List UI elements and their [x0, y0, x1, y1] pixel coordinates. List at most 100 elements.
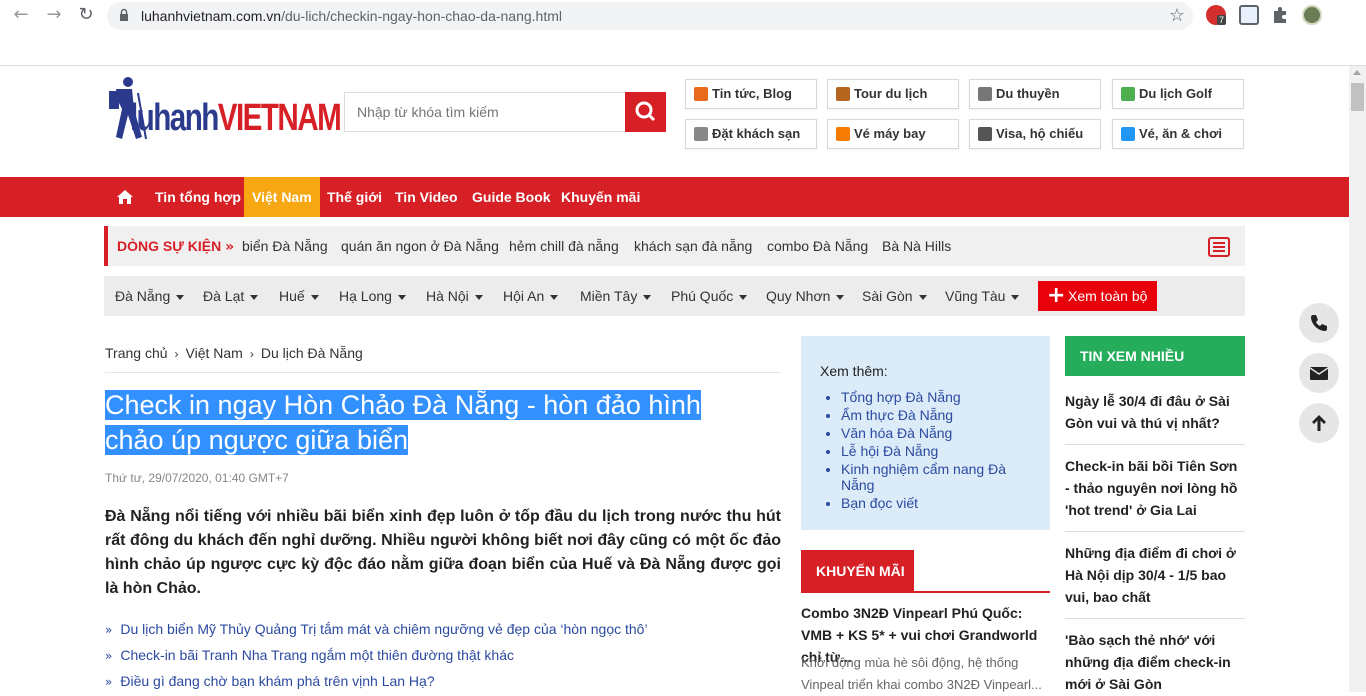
event-link[interactable]: biển Đà Nẵng	[242, 238, 328, 254]
nav-item-the-gioi[interactable]: Thế giới	[319, 177, 390, 217]
article-date: Thứ tư, 29/07/2020, 01:40 GMT+7	[105, 471, 289, 485]
location-dropdown[interactable]: Hạ Long	[339, 288, 406, 304]
scrollbar-thumb[interactable]	[1351, 83, 1364, 111]
location-dropdown[interactable]: Huế	[279, 288, 319, 304]
nav-item-viet-nam[interactable]: Việt Nam	[244, 177, 320, 217]
quick-link-label: Du lịch Golf	[1139, 86, 1212, 101]
email-button[interactable]	[1299, 353, 1339, 393]
location-dropdown[interactable]: Quy Nhơn	[766, 288, 845, 304]
browser-toolbar: ← → ↻ luhanhvietnam.com.vn/du-lich/check…	[0, 0, 1366, 66]
search-box	[344, 92, 666, 132]
plus-icon: +	[1047, 283, 1066, 308]
profile-avatar[interactable]	[1302, 5, 1322, 25]
related-link[interactable]: » Điều gì đang chờ bạn khám phá trên vịnh…	[105, 673, 435, 689]
quick-link-label: Tour du lịch	[854, 86, 928, 101]
phone-button[interactable]	[1299, 303, 1339, 343]
double-chevron-icon: »	[105, 675, 113, 689]
search-button[interactable]	[625, 92, 666, 132]
plane-icon	[836, 127, 850, 141]
see-more-link[interactable]: Văn hóa Đà Nẵng	[841, 425, 1031, 441]
quick-link-hotel[interactable]: Đặt khách sạn	[685, 119, 817, 149]
site-logo[interactable]: luhanhVIETNAM	[106, 75, 342, 145]
url-text: luhanhvietnam.com.vn/du-lich/checkin-nga…	[141, 8, 563, 24]
location-dropdown[interactable]: Đà Nẵng	[115, 288, 185, 304]
breadcrumb: Trang chủ › Việt Nam › Du lịch Đà Nẵng	[105, 345, 363, 361]
chevron-right-icon: ›	[249, 347, 254, 361]
lock-icon	[120, 8, 128, 21]
back-to-top-button[interactable]	[1299, 403, 1339, 443]
breadcrumb-link[interactable]: Du lịch Đà Nẵng	[261, 345, 363, 361]
bookmark-star-icon[interactable]: ☆	[1169, 5, 1185, 26]
quick-link-visa[interactable]: Visa, hộ chiếu	[969, 119, 1101, 149]
quick-link-plane[interactable]: Vé máy bay	[827, 119, 959, 149]
quick-link-bus[interactable]: Vé, ăn & chơi	[1112, 119, 1244, 149]
quick-link-cruise[interactable]: Du thuyền	[969, 79, 1101, 109]
page-scrollbar[interactable]	[1349, 66, 1366, 692]
breadcrumb-link[interactable]: Trang chủ	[105, 345, 168, 361]
bus-icon	[1121, 127, 1135, 141]
event-link[interactable]: khách sạn đà nẵng	[634, 238, 752, 254]
home-icon[interactable]	[116, 189, 134, 205]
quick-link-news[interactable]: Tin tức, Blog	[685, 79, 817, 109]
location-dropdown[interactable]: Phú Quốc	[671, 288, 748, 304]
quick-link-golf[interactable]: Du lịch Golf	[1112, 79, 1244, 109]
see-more-link[interactable]: Tổng hợp Đà Nẵng	[841, 389, 1031, 405]
scroll-up-arrow-icon[interactable]	[1353, 70, 1361, 75]
adblock-extension-icon[interactable]: 7	[1206, 5, 1227, 25]
event-link[interactable]: hẻm chill đà nẵng	[509, 238, 619, 254]
quick-link-label: Vé máy bay	[854, 126, 926, 141]
most-read-item[interactable]: Những địa điểm đi chơi ở Hà Nội dịp 30/4…	[1065, 542, 1245, 608]
events-label: DÒNG SỰ KIỆN »	[117, 238, 235, 255]
logo-wordmark: luhanhVIETNAM	[130, 97, 342, 139]
quick-link-label: Vé, ăn & chơi	[1139, 126, 1222, 141]
see-more-link[interactable]: Kinh nghiệm cẩm nang Đà Nẵng	[841, 461, 1031, 493]
locations-bar: Đà Nẵng Đà Lạt Huế Hạ Long Hà Nội Hội An…	[104, 276, 1245, 316]
nav-item-tin-video[interactable]: Tin Video	[387, 177, 466, 217]
location-dropdown[interactable]: Sài Gòn	[862, 288, 927, 304]
chevron-right-icon: ›	[174, 347, 179, 361]
related-link[interactable]: » Check-in bãi Tranh Nha Trang ngắm một t…	[105, 647, 514, 663]
divider	[1065, 618, 1245, 619]
event-link[interactable]: Bà Nà Hills	[882, 238, 951, 254]
hotel-icon	[694, 127, 708, 141]
breadcrumb-link[interactable]: Việt Nam	[186, 345, 243, 361]
back-icon[interactable]: ←	[9, 3, 33, 27]
location-dropdown[interactable]: Vũng Tàu	[945, 288, 1020, 304]
promo-description: Khởi động mùa hè sôi động, hệ thống Vinp…	[801, 655, 1042, 692]
nav-item-guide-book[interactable]: Guide Book	[464, 177, 559, 217]
quick-link-suitcase[interactable]: Tour du lịch	[827, 79, 959, 109]
address-bar[interactable]: luhanhvietnam.com.vn/du-lich/checkin-nga…	[107, 2, 1193, 30]
nav-item-tin-tong-hop[interactable]: Tin tổng hợp	[147, 177, 249, 217]
location-dropdown[interactable]: Đà Lạt	[203, 288, 259, 304]
location-dropdown[interactable]: Hà Nội	[426, 288, 483, 304]
forward-icon[interactable]: →	[42, 3, 66, 27]
golf-icon	[1121, 87, 1135, 101]
most-read-item[interactable]: Ngày lễ 30/4 đi đâu ở Sài Gòn vui và thú…	[1065, 390, 1245, 434]
nav-item-khuyen-mai[interactable]: Khuyến mãi	[553, 177, 648, 217]
extension-badge: 7	[1217, 15, 1227, 25]
location-dropdown[interactable]: Miền Tây	[580, 288, 652, 304]
arrow-up-icon	[1312, 415, 1326, 431]
see-more-list: Tổng hợp Đà Nẵng Ẩm thực Đà Nẵng Văn hóa…	[841, 389, 1031, 513]
see-more-link[interactable]: Lễ hội Đà Nẵng	[841, 443, 1031, 459]
most-read-item[interactable]: 'Bào sạch thẻ nhớ' với những địa điểm ch…	[1065, 629, 1245, 695]
reload-icon[interactable]: ↻	[74, 3, 98, 27]
most-read-item[interactable]: Check-in bãi bồi Tiên Sơn - thảo nguyên …	[1065, 455, 1245, 521]
main-nav: Tin tổng hợp Việt Nam Thế giới Tin Video…	[0, 177, 1349, 217]
divider	[105, 372, 781, 373]
list-menu-icon[interactable]	[1208, 237, 1230, 257]
view-all-button[interactable]: + Xem toàn bộ	[1038, 281, 1157, 311]
puzzle-extensions-icon[interactable]	[1270, 5, 1290, 25]
promo-tab[interactable]: KHUYẾN MÃI	[801, 550, 914, 592]
see-more-link[interactable]: Ẩm thực Đà Nẵng	[841, 407, 1031, 423]
visa-icon	[978, 127, 992, 141]
cast-extension-icon[interactable]	[1239, 5, 1259, 25]
see-more-link[interactable]: Bạn đọc viết	[841, 495, 1031, 511]
event-link[interactable]: combo Đà Nẵng	[767, 238, 868, 254]
location-dropdown[interactable]: Hội An	[503, 288, 559, 304]
double-chevron-icon: »	[105, 623, 113, 637]
quick-link-label: Đặt khách sạn	[712, 126, 801, 141]
search-input[interactable]	[345, 93, 625, 131]
event-link[interactable]: quán ăn ngon ở Đà Nẵng	[341, 238, 499, 254]
related-link[interactable]: » Du lịch biển Mỹ Thủy Quảng Trị tắm mát …	[105, 621, 648, 637]
